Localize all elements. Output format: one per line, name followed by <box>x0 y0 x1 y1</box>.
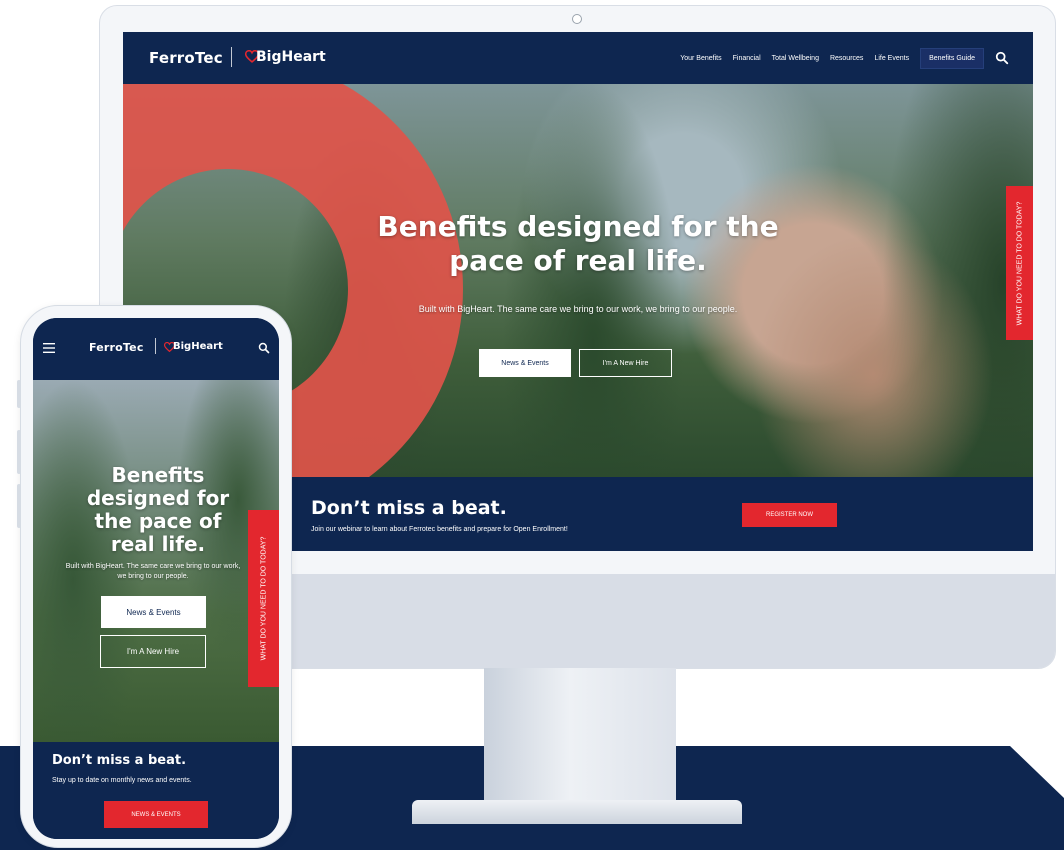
bigheart-logo[interactable]: BigHeart <box>256 49 326 65</box>
search-icon[interactable] <box>995 51 1009 65</box>
news-events-button[interactable]: News & Events <box>101 596 206 628</box>
phone-side-button <box>17 380 21 408</box>
hero-subtitle: Built with BigHeart. The same care we br… <box>418 304 738 314</box>
logo-divider <box>231 47 232 67</box>
register-now-button[interactable]: REGISTER NOW <box>742 503 837 527</box>
nav-item-financial[interactable]: Financial <box>733 55 761 62</box>
mobile-screen: FerroTec BigHeart Benefits designed for … <box>33 318 279 839</box>
hamburger-icon[interactable] <box>43 343 55 353</box>
side-tab-label: WHAT DO YOU NEED TO DO TODAY? <box>260 536 268 661</box>
phone-side-button <box>17 430 21 474</box>
banner-subtitle: Stay up to date on monthly news and even… <box>52 777 192 784</box>
news-events-button[interactable]: News & Events <box>479 349 571 377</box>
bigheart-logo[interactable]: BigHeart <box>173 341 223 352</box>
ferrotec-logo[interactable]: FerroTec <box>149 49 223 67</box>
monitor-stand-base <box>412 800 742 824</box>
desktop-main-menu: Your Benefits Financial Total Wellbeing … <box>680 32 1009 84</box>
banner-title: Don’t miss a beat. <box>311 497 507 519</box>
nav-item-your-benefits[interactable]: Your Benefits <box>680 55 721 62</box>
nav-item-resources[interactable]: Resources <box>830 55 863 62</box>
nav-item-total-wellbeing[interactable]: Total Wellbeing <box>772 55 819 62</box>
hero-title: Benefits designed for the pace of real l… <box>377 210 779 277</box>
mobile-hero: Benefits designed for the pace of real l… <box>33 380 279 742</box>
banner-subtitle: Join our webinar to learn about Ferrotec… <box>311 526 568 533</box>
side-tab-label: WHAT DO YOU NEED TO DO TODAY? <box>1016 201 1024 325</box>
hero-subtitle: Built with BigHeart. The same care we br… <box>65 563 241 580</box>
monitor-stand-neck <box>484 668 676 804</box>
mobile-header-nav: FerroTec BigHeart <box>33 318 279 380</box>
new-hire-button[interactable]: I'm A New Hire <box>100 635 206 668</box>
news-banner: Don’t miss a beat. Stay up to date on mo… <box>33 742 279 839</box>
phone-side-button <box>17 484 21 528</box>
logo-divider <box>155 338 156 354</box>
search-icon[interactable] <box>258 342 270 354</box>
camera-icon <box>572 14 582 24</box>
new-hire-button[interactable]: I'm A New Hire <box>579 349 672 377</box>
ferrotec-logo[interactable]: FerroTec <box>89 341 144 354</box>
banner-title: Don’t miss a beat. <box>52 753 187 768</box>
desktop-header-nav: FerroTec BigHeart Your Benefits Financia… <box>123 32 1033 84</box>
benefits-guide-button[interactable]: Benefits Guide <box>920 47 984 69</box>
nav-item-life-events[interactable]: Life Events <box>874 55 909 62</box>
news-events-cta-button[interactable]: NEWS & EVENTS <box>104 801 208 828</box>
what-do-you-need-tab[interactable]: WHAT DO YOU NEED TO DO TODAY? <box>248 510 279 687</box>
hero-title: Benefits designed for the pace of real l… <box>86 463 230 556</box>
what-do-you-need-tab[interactable]: WHAT DO YOU NEED TO DO TODAY? <box>1006 186 1033 340</box>
